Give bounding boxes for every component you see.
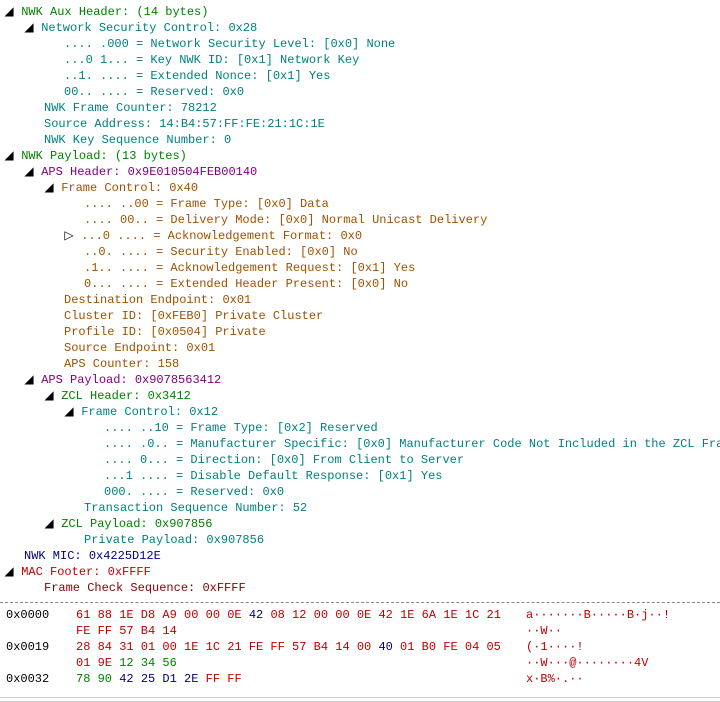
twisty-branch-icon[interactable]: ▷	[64, 228, 74, 244]
network-security-control[interactable]: ◢ Network Security Control: 0x28	[4, 20, 720, 36]
zcl-disable-default-resp[interactable]: ...1 .... = Disable Default Response: [0…	[4, 468, 720, 484]
nsc-reserved[interactable]: 00.. .... = Reserved: 0x0	[4, 84, 720, 100]
zcl-direction[interactable]: .... 0... = Direction: [0x0] From Client…	[4, 452, 720, 468]
aps-payload[interactable]: ◢ APS Payload: 0x9078563412	[4, 372, 720, 388]
cluster-id[interactable]: Cluster ID: [0xFEB0] Private Cluster	[4, 308, 720, 324]
aps-frame-type[interactable]: .... ..00 = Frame Type: [0x0] Data	[4, 196, 720, 212]
source-endpoint[interactable]: Source Endpoint: 0x01	[4, 340, 720, 356]
zcl-frame-control[interactable]: ◢ Frame Control: 0x12	[4, 404, 720, 420]
nwk-key-seq[interactable]: NWK Key Sequence Number: 0	[4, 132, 720, 148]
twisty-icon[interactable]: ◢	[44, 388, 54, 404]
twisty-icon[interactable]: ◢	[4, 4, 14, 20]
aps-header[interactable]: ◢ APS Header: 0x9E010504FEB00140	[4, 164, 720, 180]
hex-bytes: 28 84 31 01 00 1E 1C 21 FE FF 57 B4 14 0…	[76, 639, 506, 671]
source-address[interactable]: Source Address: 14:B4:57:FF:FE:21:1C:1E	[4, 116, 720, 132]
nwk-frame-counter[interactable]: NWK Frame Counter: 78212	[4, 100, 720, 116]
nsc-key[interactable]: ...0 1... = Key NWK ID: [0x1] Network Ke…	[4, 52, 720, 68]
zcl-header[interactable]: ◢ ZCL Header: 0x3412	[4, 388, 720, 404]
hex-row-1[interactable]: 0x0019 28 84 31 01 00 1E 1C 21 FE FF 57 …	[6, 639, 714, 671]
aps-ack-format[interactable]: ▷ ...0 .... = Acknowledgement Format: 0x…	[4, 228, 720, 244]
zcl-frame-type[interactable]: .... ..10 = Frame Type: [0x2] Reserved	[4, 420, 720, 436]
aps-ack-request[interactable]: .1.. .... = Acknowledgement Request: [0x…	[4, 260, 720, 276]
nwk-payload[interactable]: ◢ NWK Payload: (13 bytes)	[4, 148, 720, 164]
hex-ascii: (·1····!··W···@········4V	[526, 639, 686, 671]
twisty-icon[interactable]: ◢	[44, 516, 54, 532]
hex-addr: 0x0019	[6, 639, 56, 671]
twisty-icon[interactable]: ◢	[24, 164, 34, 180]
hex-ascii: a·······B·····B·j··!··W··	[526, 607, 686, 639]
hex-ascii: x·B%·.··	[526, 671, 686, 687]
twisty-icon[interactable]: ◢	[64, 404, 74, 420]
profile-id[interactable]: Profile ID: [0x0504] Private	[4, 324, 720, 340]
nsc-level[interactable]: .... .000 = Network Security Level: [0x0…	[4, 36, 720, 52]
private-payload[interactable]: Private Payload: 0x907856	[4, 532, 720, 548]
hex-row-0[interactable]: 0x0000 61 88 1E D8 A9 00 00 0E 42 08 12 …	[6, 607, 714, 639]
aps-security-enabled[interactable]: ..0. .... = Security Enabled: [0x0] No	[4, 244, 720, 260]
hex-pane[interactable]: 0x0000 61 88 1E D8 A9 00 00 0E 42 08 12 …	[0, 603, 720, 691]
zcl-mfg-specific[interactable]: .... .0.. = Manufacturer Specific: [0x0]…	[4, 436, 720, 452]
dest-endpoint[interactable]: Destination Endpoint: 0x01	[4, 292, 720, 308]
twisty-icon[interactable]: ◢	[44, 180, 54, 196]
frame-check-seq[interactable]: Frame Check Sequence: 0xFFFF	[4, 580, 720, 596]
hex-bytes: 78 90 42 25 D1 2E FF FF	[76, 671, 506, 687]
aps-counter[interactable]: APS Counter: 158	[4, 356, 720, 372]
zcl-payload[interactable]: ◢ ZCL Payload: 0x907856	[4, 516, 720, 532]
twisty-icon[interactable]: ◢	[24, 372, 34, 388]
nsc-nonce[interactable]: ..1. .... = Extended Nonce: [0x1] Yes	[4, 68, 720, 84]
nwk-aux-header[interactable]: ◢ NWK Aux Header: (14 bytes)	[4, 4, 720, 20]
twisty-icon[interactable]: ◢	[4, 564, 14, 580]
mac-footer[interactable]: ◢ MAC Footer: 0xFFFF	[4, 564, 720, 580]
twisty-icon[interactable]: ◢	[24, 20, 34, 36]
hex-addr: 0x0000	[6, 607, 56, 639]
nwk-mic[interactable]: NWK MIC: 0x4225D12E	[4, 548, 720, 564]
tx-seq-number[interactable]: Transaction Sequence Number: 52	[4, 500, 720, 516]
divider	[0, 697, 720, 698]
aps-delivery-mode[interactable]: .... 00.. = Delivery Mode: [0x0] Normal …	[4, 212, 720, 228]
hex-bytes: 61 88 1E D8 A9 00 00 0E 42 08 12 00 00 0…	[76, 607, 506, 639]
aps-frame-control[interactable]: ◢ Frame Control: 0x40	[4, 180, 720, 196]
packet-tree[interactable]: ◢ NWK Aux Header: (14 bytes) ◢ Network S…	[0, 0, 720, 596]
hex-row-2[interactable]: 0x0032 78 90 42 25 D1 2E FF FF x·B%·.··	[6, 671, 714, 687]
zcl-reserved[interactable]: 000. .... = Reserved: 0x0	[4, 484, 720, 500]
hex-addr: 0x0032	[6, 671, 56, 687]
aps-ext-header[interactable]: 0... .... = Extended Header Present: [0x…	[4, 276, 720, 292]
twisty-icon[interactable]: ◢	[4, 148, 14, 164]
